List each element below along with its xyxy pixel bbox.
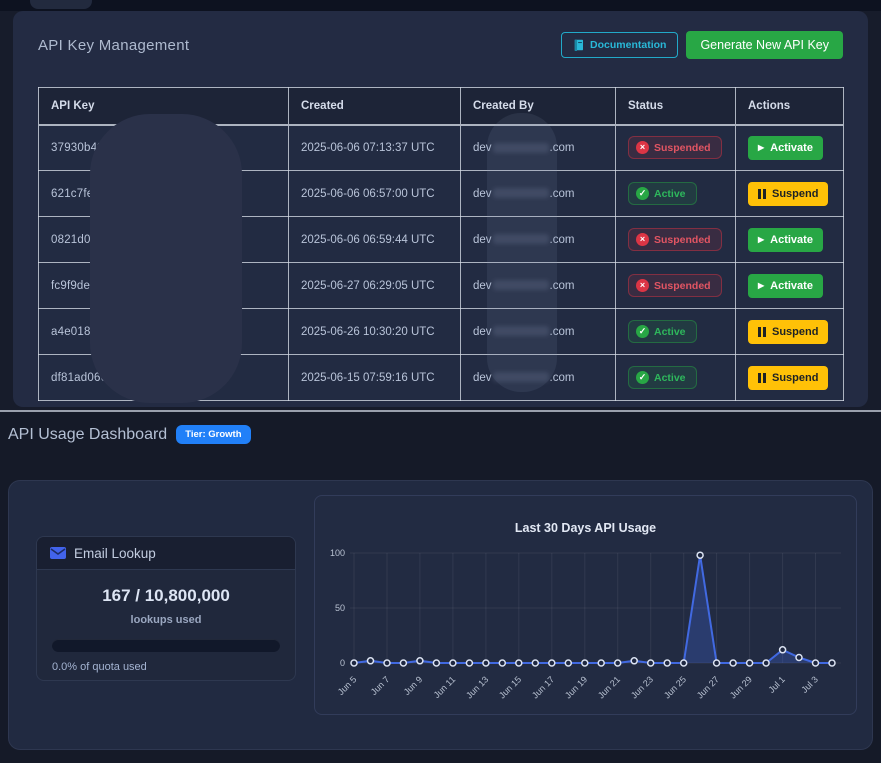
redaction-overlay-emails [487,113,557,392]
suspend-button[interactable]: Suspend [748,366,828,390]
svg-text:Jun 7: Jun 7 [369,674,392,697]
activate-button[interactable]: ▶Activate [748,228,823,252]
created-cell: 2025-06-26 10:30:20 UTC [289,309,461,355]
top-strip [0,0,881,11]
email-lookup-body: 167 / 10,800,000 lookups used 0.0% of qu… [37,570,295,673]
svg-text:Jun 19: Jun 19 [563,674,589,700]
status-cell: ✓Active [616,309,736,355]
svg-text:Jun 23: Jun 23 [629,674,655,700]
generate-api-key-button[interactable]: Generate New API Key [686,31,843,59]
column-header: Status [616,88,736,125]
status-badge: ×Suspended [628,274,722,297]
lookups-usage-label: lookups used [52,614,280,626]
status-cell: ×Suspended [616,217,736,263]
quota-percent-text: 0.0% of quota used [52,661,280,673]
activate-button[interactable]: ▶Activate [748,136,823,160]
created-cell: 2025-06-06 06:59:44 UTC [289,217,461,263]
status-cell: ×Suspended [616,263,736,309]
status-cell: ✓Active [616,355,736,401]
svg-text:Jun 27: Jun 27 [695,674,721,700]
svg-text:Jul 1: Jul 1 [766,674,787,695]
actions-cell: ▶Activate [736,217,844,263]
actions-cell: Suspend [736,355,844,401]
actions-cell: Suspend [736,171,844,217]
documentation-button-label: Documentation [590,39,666,51]
play-icon: ▶ [758,236,764,244]
status-badge: ✓Active [628,366,697,389]
pause-icon [758,373,766,383]
svg-text:Jun 21: Jun 21 [596,674,622,700]
created-cell: 2025-06-27 06:29:05 UTC [289,263,461,309]
status-badge: ✓Active [628,320,697,343]
svg-text:0: 0 [340,658,345,668]
quota-progress-bar [52,639,280,652]
x-circle-icon: × [636,141,649,154]
status-cell: ×Suspended [616,125,736,171]
documentation-button[interactable]: Documentation [561,32,678,58]
redaction-overlay-api-keys [90,114,242,403]
pause-icon [758,327,766,337]
status-badge: ✓Active [628,182,697,205]
usage-card: Email Lookup 167 / 10,800,000 lookups us… [8,480,873,750]
svg-text:Jun 15: Jun 15 [497,674,523,700]
svg-text:Last 30 Days API Usage: Last 30 Days API Usage [515,521,656,535]
play-icon: ▶ [758,282,764,290]
api-usage-dashboard-section: API Usage Dashboard Tier: Growth Email L… [0,410,881,763]
card-header: API Key Management Documentation Generat… [13,11,868,77]
lookups-usage-count: 167 / 10,800,000 [52,586,280,606]
email-lookup-title: Email Lookup [74,546,156,561]
actions-cell: ▶Activate [736,125,844,171]
tier-badge: Tier: Growth [176,425,250,444]
status-badge: ×Suspended [628,136,722,159]
svg-text:100: 100 [330,548,345,558]
page-title: API Key Management [38,37,189,54]
suspend-button[interactable]: Suspend [748,182,828,206]
play-icon: ▶ [758,144,764,152]
dashboard-title: API Usage Dashboard [8,426,167,444]
dashboard-title-row: API Usage Dashboard Tier: Growth [0,412,881,444]
suspend-button[interactable]: Suspend [748,320,828,344]
svg-text:Jun 9: Jun 9 [402,674,425,697]
actions-cell: ▶Activate [736,263,844,309]
created-cell: 2025-06-06 06:57:00 UTC [289,171,461,217]
column-header: Created [289,88,461,125]
svg-text:Jun 5: Jun 5 [336,674,359,697]
status-badge: ×Suspended [628,228,722,251]
pause-icon [758,189,766,199]
svg-text:50: 50 [335,603,345,613]
svg-text:Jun 25: Jun 25 [662,674,688,700]
status-cell: ✓Active [616,171,736,217]
svg-text:Jul 3: Jul 3 [799,674,820,695]
book-icon [573,39,584,51]
created-cell: 2025-06-15 07:59:16 UTC [289,355,461,401]
actions-cell: Suspend [736,309,844,355]
column-header: Actions [736,88,844,125]
cropped-card-remnant [30,0,92,9]
svg-text:Jun 11: Jun 11 [432,674,458,700]
x-circle-icon: × [636,233,649,246]
email-lookup-panel: Email Lookup 167 / 10,800,000 lookups us… [36,536,296,681]
usage-chart-panel: Last 30 Days API Usage 0 50 100 Jun 5 Jun 7 Ju… [314,495,857,715]
usage-line-chart: Last 30 Days API Usage 0 50 100 Jun 5 Jun 7 Ju… [315,496,856,714]
screen: API Key Management Documentation Generat… [0,0,881,763]
check-circle-icon: ✓ [636,325,649,338]
email-lookup-header: Email Lookup [37,537,295,570]
envelope-icon [50,547,66,559]
activate-button[interactable]: ▶Activate [748,274,823,298]
svg-text:Jun 29: Jun 29 [728,674,754,700]
header-actions: Documentation Generate New API Key [561,31,843,59]
x-circle-icon: × [636,279,649,292]
svg-text:Jun 13: Jun 13 [464,674,490,700]
svg-text:Jun 17: Jun 17 [530,674,556,700]
check-circle-icon: ✓ [636,187,649,200]
check-circle-icon: ✓ [636,371,649,384]
created-cell: 2025-06-06 07:13:37 UTC [289,125,461,171]
